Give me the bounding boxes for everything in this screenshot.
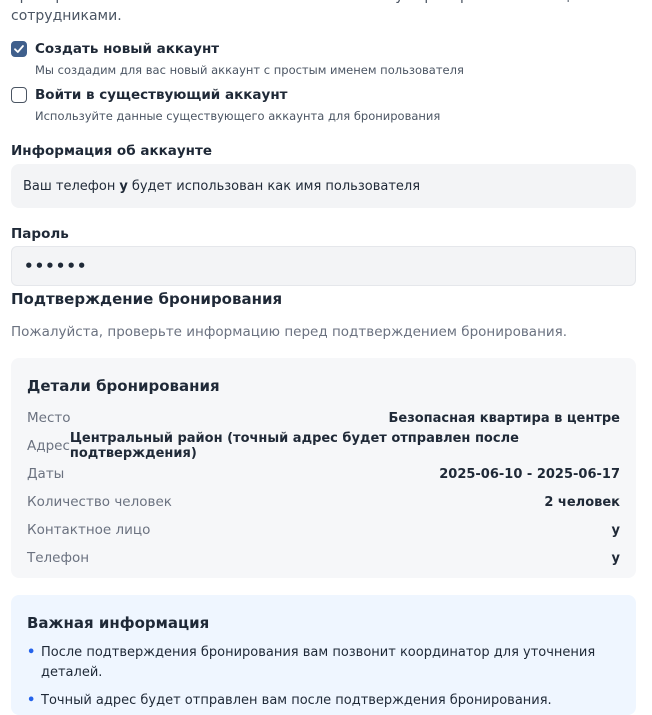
bullet-icon: •	[27, 645, 36, 660]
existing-account-checkbox[interactable]	[11, 87, 27, 103]
bullet-icon: •	[27, 693, 36, 708]
booking-details-title: Детали бронирования	[27, 377, 220, 395]
detail-key: Количество человек	[27, 494, 172, 510]
detail-row-phone: Телефон у	[27, 544, 620, 572]
detail-value: у	[611, 522, 620, 538]
important-item: • После подтверждения бронирования вам п…	[27, 643, 620, 683]
checkmark-icon	[14, 45, 24, 53]
detail-key: Адрес	[27, 438, 70, 454]
create-account-checkbox[interactable]	[11, 41, 27, 57]
account-info-text-before: Ваш телефон	[23, 178, 116, 194]
detail-key: Контактное лицо	[27, 522, 151, 538]
detail-value: 2025-06-10 - 2025-06-17	[439, 466, 620, 482]
detail-row-guests: Количество человек 2 человек	[27, 488, 620, 516]
existing-account-title: Войти в существующий аккаунт	[35, 87, 288, 103]
detail-value: у	[611, 550, 620, 566]
detail-value: Безопасная квартира в центре	[388, 410, 620, 426]
password-input[interactable]: ••••••	[11, 246, 636, 286]
detail-value: Центральный район (точный адрес будет от…	[69, 431, 519, 461]
confirmation-title: Подтверждение бронирования	[11, 290, 283, 308]
account-info-label: Информация об аккаунте	[11, 143, 212, 159]
confirmation-subtitle: Пожалуйста, проверьте информацию перед п…	[11, 324, 568, 340]
important-info-title: Важная информация	[27, 614, 210, 632]
existing-account-description: Используйте данные существующего аккаунт…	[35, 109, 441, 123]
important-item: • Точный адрес будет отправлен вам после…	[27, 691, 620, 711]
detail-value: 2 человек	[544, 494, 620, 510]
detail-row-contact: Контактное лицо у	[27, 516, 620, 544]
important-info-card: Важная информация • После подтверждения …	[11, 595, 636, 715]
detail-key: Телефон	[27, 550, 90, 566]
account-info-box: Ваш телефон у будет использован как имя …	[11, 164, 636, 208]
create-account-description: Мы создадим для вас новый аккаунт с прос…	[35, 63, 464, 77]
detail-row-dates: Даты 2025-06-10 - 2025-06-17	[27, 460, 620, 488]
important-item-text: Точный адрес будет отправлен вам после п…	[41, 693, 552, 708]
account-info-phone: у	[119, 178, 128, 194]
create-account-title: Создать новый аккаунт	[35, 41, 220, 57]
detail-row-place: Место Безопасная квартира в центре	[27, 404, 620, 432]
important-item-text: После подтверждения бронирования вам поз…	[41, 645, 596, 680]
detail-row-address: Адрес Центральный район (точный адрес бу…	[27, 431, 620, 461]
create-account-option[interactable]: Создать новый аккаунт Мы создадим для ва…	[11, 40, 636, 78]
booking-form: бронирований. Это позволит вам отслежива…	[11, 0, 636, 715]
detail-key: Даты	[27, 466, 65, 482]
password-label: Пароль	[11, 226, 69, 242]
detail-key: Место	[27, 410, 71, 426]
existing-account-option[interactable]: Войти в существующий аккаунт Используйте…	[11, 86, 636, 124]
intro-text: бронирований. Это позволит вам отслежива…	[11, 0, 623, 24]
booking-details-card: Детали бронирования Место Безопасная ква…	[11, 358, 636, 578]
account-info-text-after: будет использован как имя пользователя	[131, 178, 421, 194]
password-value: ••••••	[24, 257, 88, 275]
